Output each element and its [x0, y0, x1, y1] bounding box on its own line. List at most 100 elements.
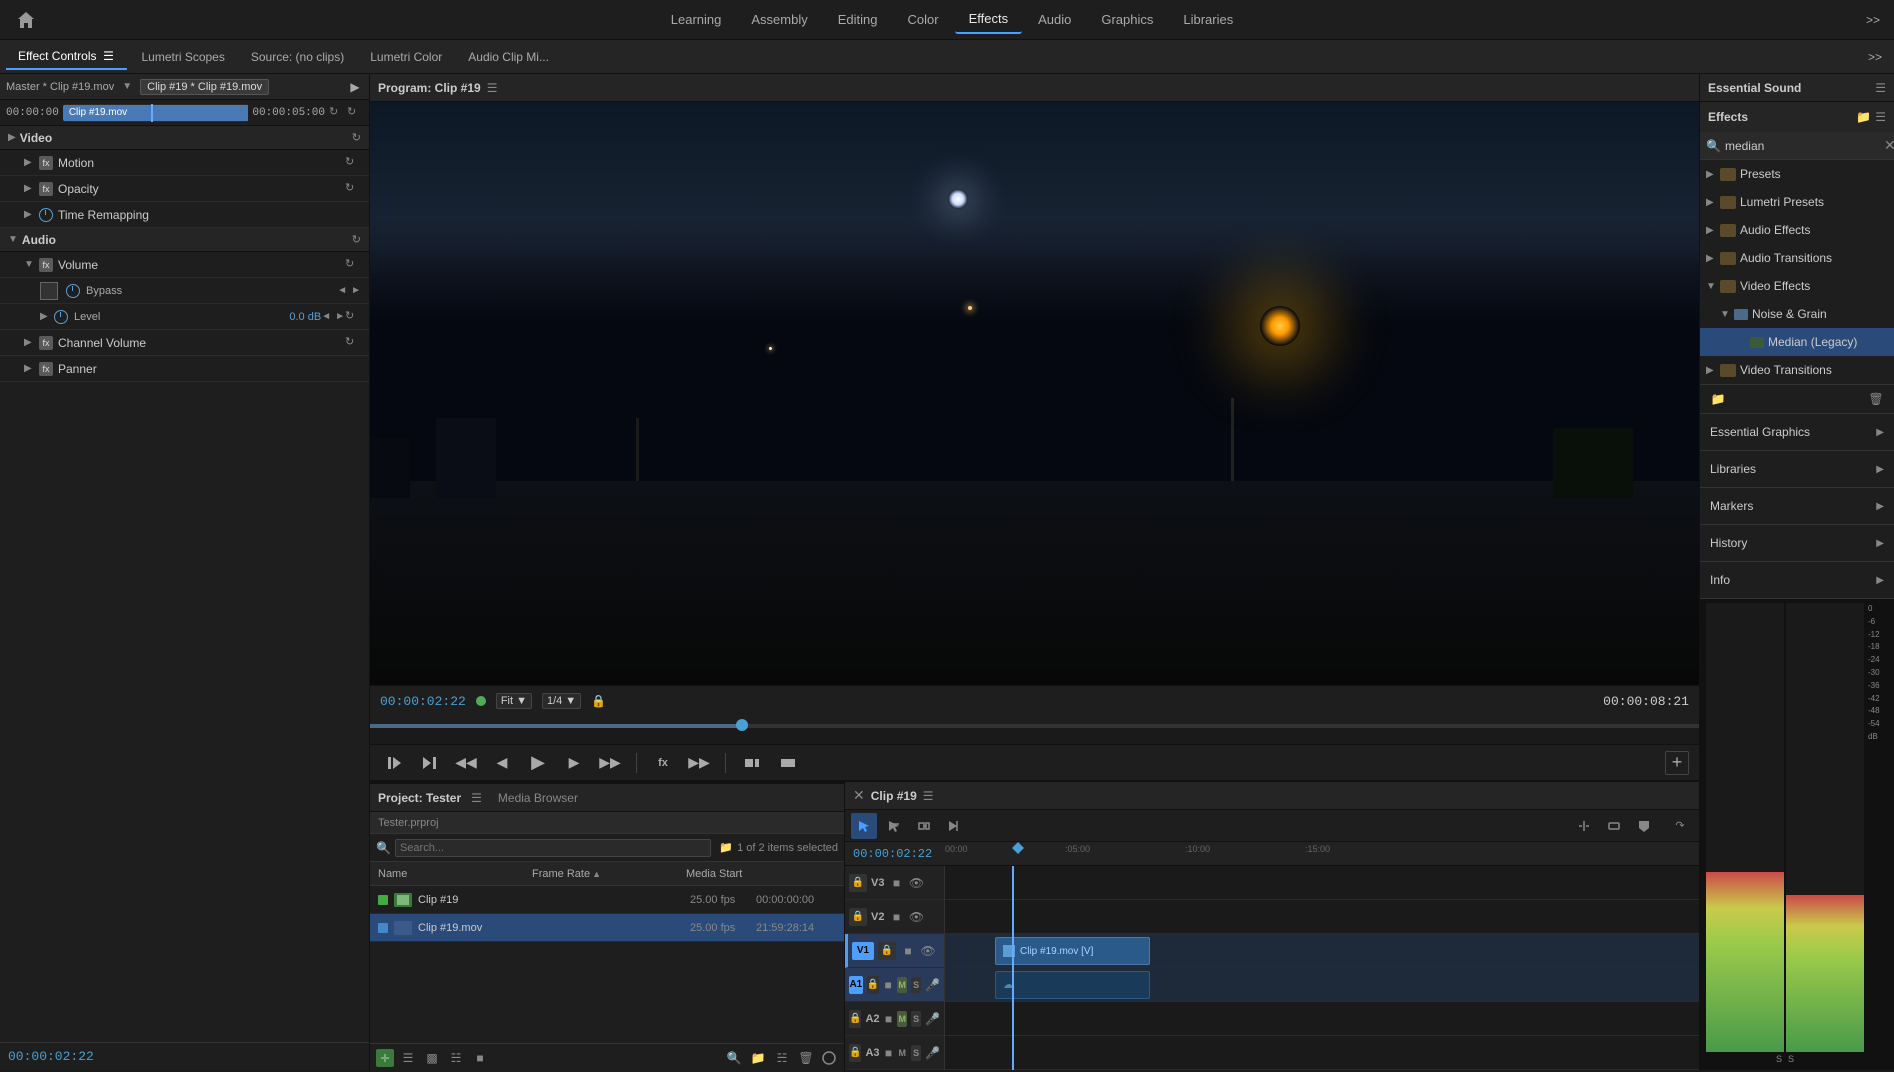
v1-active-btn[interactable]: V1 [852, 942, 874, 960]
nav-color[interactable]: Color [893, 6, 952, 33]
video-section-header[interactable]: ▶ Video ↻ [0, 126, 369, 150]
nav-assembly[interactable]: Assembly [737, 6, 821, 33]
timecode-current[interactable]: 00:00:02:22 [380, 694, 466, 709]
project-search-input[interactable] [395, 839, 711, 857]
a3-mic-btn[interactable]: 🎤 [925, 1045, 940, 1061]
level-expand[interactable]: ▶ [40, 311, 54, 322]
add-btn[interactable]: + [1665, 751, 1689, 775]
audio-section-reset[interactable]: ↻ [352, 233, 361, 246]
level-next[interactable]: ► [335, 311, 345, 322]
tree-median-legacy[interactable]: ▶ Median (Legacy) [1700, 328, 1894, 356]
nav-learning[interactable]: Learning [657, 6, 736, 33]
history-header[interactable]: History ▶ [1700, 525, 1894, 561]
a3-toggle-btn[interactable]: ■ [884, 1045, 894, 1061]
bypass-prev[interactable]: ◄ [337, 285, 347, 296]
channel-vol-expand[interactable]: ▶ [24, 337, 38, 348]
clip-name-badge[interactable]: Clip #19 * Clip #19.mov [140, 79, 269, 95]
v3-eye-btn[interactable]: 👁 [908, 875, 924, 891]
tree-presets[interactable]: ▶ Presets [1700, 160, 1894, 188]
track-a2-row[interactable] [945, 1002, 1699, 1036]
a1-clip-block[interactable] [995, 971, 1150, 999]
a2-mic-btn[interactable]: 🎤 [925, 1011, 940, 1027]
nav-editing[interactable]: Editing [824, 6, 892, 33]
a3-lock-btn[interactable]: 🔒 [849, 1044, 861, 1062]
volume-expand[interactable]: ▼ [24, 259, 38, 270]
tab-more-button[interactable]: >> [1862, 48, 1888, 66]
video-section-reset[interactable]: ↻ [352, 131, 361, 144]
find-btn[interactable]: 🔍 [724, 1048, 744, 1068]
new-sequence-btn[interactable]: ☵ [772, 1048, 792, 1068]
a1-solo-btn[interactable]: S [911, 977, 921, 993]
tab-effect-controls[interactable]: Effect Controls ☰ [6, 44, 127, 70]
level-value[interactable]: 0.0 dB [276, 311, 321, 323]
info-header[interactable]: Info ▶ [1700, 562, 1894, 598]
col-media-start[interactable]: Media Start [686, 868, 836, 880]
a3-solo-btn[interactable]: S [911, 1045, 921, 1061]
project-item-clip19[interactable]: Clip #19 25.00 fps 00:00:00:00 [370, 886, 844, 914]
libraries-header[interactable]: Libraries ▶ [1700, 451, 1894, 487]
level-reset[interactable]: ↻ [345, 309, 361, 325]
freeform-view-btn[interactable]: ☵ [446, 1048, 466, 1068]
a2-lock-btn[interactable]: 🔒 [849, 1010, 861, 1028]
essential-graphics-header[interactable]: Essential Graphics ▶ [1700, 414, 1894, 450]
v1-lock-btn[interactable]: 🔒 [878, 942, 896, 960]
a1-lock-btn[interactable]: 🔒 [867, 976, 879, 994]
nav-effects[interactable]: Effects [955, 5, 1023, 34]
a1-toggle-btn[interactable]: ■ [883, 977, 893, 993]
bypass-checkbox[interactable] [40, 282, 58, 300]
go-out-btn[interactable]: ▶▶ [596, 749, 624, 777]
project-item-clip19mov[interactable]: Clip #19.mov 25.00 fps 21:59:28:14 [370, 914, 844, 942]
linked-select-btn[interactable] [1601, 813, 1627, 839]
snap-btn[interactable] [1571, 813, 1597, 839]
effects-menu-btn[interactable]: ☰ [1875, 110, 1886, 124]
tree-audio-transitions[interactable]: ▶ Audio Transitions [1700, 244, 1894, 272]
a1-mic-btn[interactable]: 🎤 [925, 977, 940, 993]
project-menu-btn[interactable]: ☰ [471, 791, 482, 805]
mark-out-btn[interactable] [416, 749, 444, 777]
time-remap-expand[interactable]: ▶ [24, 209, 38, 220]
delete-btn[interactable]: 🗑 [1866, 389, 1886, 409]
timeline-tc-current[interactable]: 00:00:02:22 [845, 847, 945, 861]
track-v1-row[interactable]: Clip #19.mov [V] [945, 934, 1699, 968]
tree-video-effects[interactable]: ▼ Video Effects [1700, 272, 1894, 300]
list-view-btn[interactable]: ☰ [398, 1048, 418, 1068]
timeline-settings-btn[interactable]: ↷ [1667, 813, 1693, 839]
new-item-btn[interactable] [376, 1049, 394, 1067]
essential-sound-menu[interactable]: ☰ [1875, 81, 1886, 95]
timeline-menu-btn[interactable]: ☰ [923, 789, 934, 803]
v1-eye-btn[interactable]: 👁 [920, 943, 936, 959]
v2-toggle-btn[interactable]: ■ [888, 909, 904, 925]
new-bin-btn[interactable]: 📁 [748, 1048, 768, 1068]
tc-ruler[interactable]: 00:00 :05:00 :10:00 :15:00 [945, 842, 1699, 865]
opacity-reset[interactable]: ↻ [345, 181, 361, 197]
effect-timeline-track[interactable]: Clip #19.mov [63, 104, 249, 122]
tab-lumetri-scopes[interactable]: Lumetri Scopes [129, 45, 236, 69]
fit-dropdown[interactable]: Fit ▼ [496, 693, 532, 709]
v1-toggle-btn[interactable]: ■ [900, 943, 916, 959]
audio-section-header[interactable]: ▼ Audio ↻ [0, 228, 369, 252]
panner-expand[interactable]: ▶ [24, 363, 38, 374]
effects-search-input[interactable] [1725, 139, 1880, 153]
quality-dropdown[interactable]: 1/4 ▼ [542, 693, 581, 709]
bypass-next[interactable]: ► [351, 285, 361, 296]
sync-btn[interactable] [820, 1049, 838, 1067]
new-folder-btn[interactable]: 📁 [1708, 389, 1728, 409]
step-fwd-btn[interactable]: ▶ [560, 749, 588, 777]
tree-audio-effects[interactable]: ▶ Audio Effects [1700, 216, 1894, 244]
timeline-close-btn[interactable]: ✕ [853, 787, 865, 804]
nav-graphics[interactable]: Graphics [1087, 6, 1167, 33]
motion-reset[interactable]: ↻ [345, 155, 361, 171]
track-v3-row[interactable] [945, 866, 1699, 900]
folder-btn[interactable]: 📁 [719, 841, 733, 854]
a1-mute-btn[interactable]: M [897, 977, 907, 993]
play-btn[interactable]: ▶ [524, 749, 552, 777]
reset-out-btn[interactable]: ↻ [347, 105, 363, 121]
tree-video-transitions[interactable]: ▶ Video Transitions [1700, 356, 1894, 384]
mark-in-btn[interactable] [380, 749, 408, 777]
a2-toggle-btn[interactable]: ■ [884, 1011, 894, 1027]
tab-menu-icon[interactable]: ☰ [101, 49, 115, 63]
tab-source[interactable]: Source: (no clips) [239, 45, 356, 69]
nav-audio[interactable]: Audio [1024, 6, 1085, 33]
track-select-tool[interactable] [881, 813, 907, 839]
monitor-menu-btn[interactable]: ☰ [487, 81, 498, 95]
